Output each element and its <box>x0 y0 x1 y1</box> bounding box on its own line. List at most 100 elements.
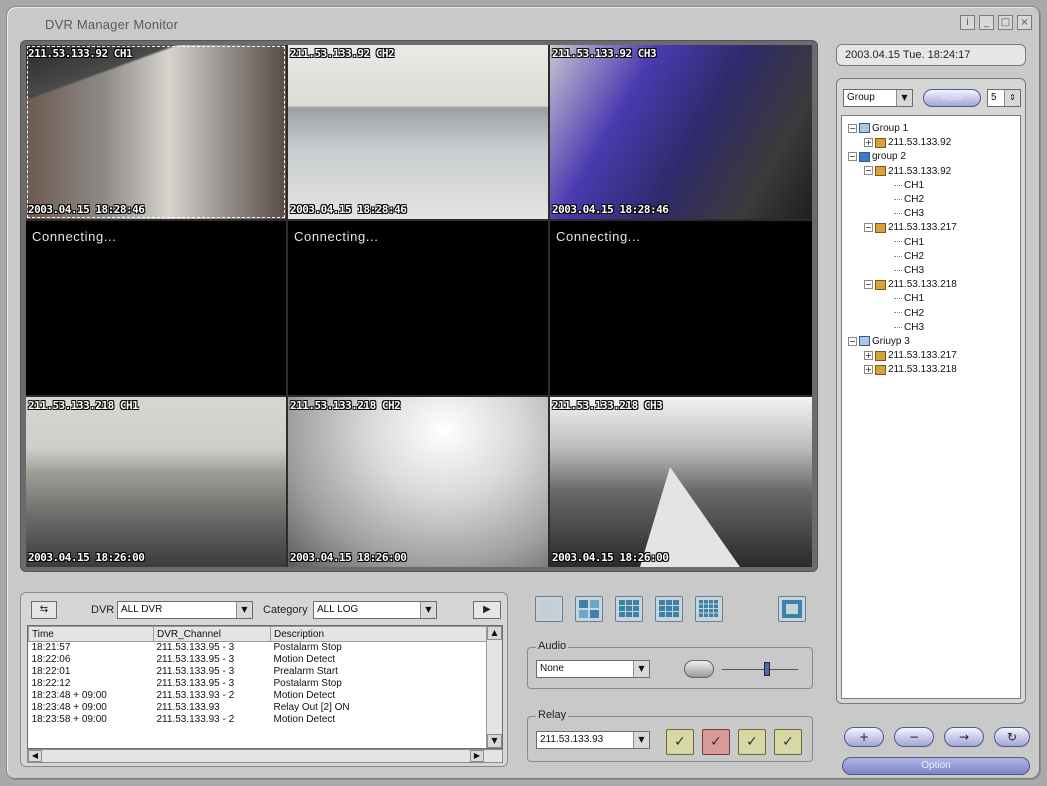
tree-mode-select[interactable]: Group ▼ <box>843 89 913 107</box>
cell-channel: 211.53.133.93 <box>156 702 220 713</box>
layout-1-button[interactable] <box>535 596 563 622</box>
collapse-icon[interactable]: − <box>864 280 873 290</box>
cell-channel: 211.53.133.93 - 2 <box>156 714 235 725</box>
table-row[interactable]: 18:23:48 + 09:00 211.53.133.93 - 2 Motion … <box>29 690 487 702</box>
camera-cell-1[interactable]: 211.53.133.92 CH1 2003.04.15 18:28:46 <box>26 45 286 219</box>
connect-button[interactable]: → <box>944 727 984 747</box>
log-horizontal-scrollbar[interactable]: ◀ ▶ <box>27 749 503 763</box>
tree-item-dvr[interactable]: +211.53.133.218 <box>864 363 957 377</box>
collapse-icon[interactable]: − <box>864 223 873 233</box>
camera-cell-2[interactable]: 211.53.133.92 CH2 2003.04.15 18:28:46 <box>288 45 548 219</box>
table-row[interactable]: 18:22:12 211.53.133.95 - 3 Postalarm Stop <box>29 678 487 690</box>
relay-select[interactable]: 211.53.133.93 ▼ <box>536 731 650 749</box>
tree-item-channel[interactable]: CH2 <box>894 193 924 207</box>
add-button[interactable]: + <box>844 727 884 747</box>
forward-arrow-icon[interactable]: ▶ <box>473 601 501 619</box>
scroll-right-icon[interactable]: ▶ <box>470 750 484 762</box>
camera-cell-5[interactable]: Connecting... <box>288 221 548 395</box>
audio-select[interactable]: None ▼ <box>536 660 650 678</box>
tree-item-channel[interactable]: CH3 <box>894 207 924 221</box>
volume-slider-thumb[interactable] <box>764 662 770 676</box>
tree-item-group[interactable]: − Group 1 <box>848 122 908 136</box>
scroll-up-icon[interactable]: ▲ <box>487 626 502 640</box>
column-header-description[interactable]: Description <box>270 626 487 642</box>
category-filter-select[interactable]: ALL LOG ▼ <box>313 601 437 619</box>
back-arrow-icon[interactable]: ⇆ <box>31 601 57 619</box>
tree-item-channel[interactable]: CH2 <box>894 307 924 321</box>
table-row[interactable]: 18:22:01 211.53.133.95 - 3 Prealarm Start <box>29 666 487 678</box>
tree-item-dvr[interactable]: +211.53.133.92 <box>864 136 951 150</box>
tree-item-group[interactable]: − group 2 <box>848 150 906 164</box>
connecting-text: Connecting... <box>32 229 117 244</box>
tree-item-dvr[interactable]: − 211.53.133.92 <box>864 165 951 179</box>
camera-cell-6[interactable]: Connecting... <box>550 221 812 395</box>
camera-cell-3[interactable]: 211.53.133.92 CH3 2003.04.15 18:28:46 <box>550 45 812 219</box>
column-header-time[interactable]: Time <box>28 626 154 642</box>
camera-cell-8[interactable]: 211.53.133.218 CH2 2003.04.15 18:26:00 <box>288 397 548 567</box>
tree-item-label: CH2 <box>904 307 925 319</box>
collapse-icon[interactable]: − <box>848 336 857 346</box>
tree-item-dvr[interactable]: − 211.53.133.217 <box>864 221 957 235</box>
collapse-icon[interactable]: − <box>848 123 857 133</box>
collapse-icon[interactable]: − <box>864 166 873 176</box>
interval-stepper[interactable]: 5 ⇕ <box>987 89 1021 107</box>
layout-16-button[interactable] <box>695 596 723 622</box>
relay-1-button[interactable]: ✓ <box>666 729 694 755</box>
layout-quad-icon <box>579 600 599 618</box>
layout-13-button[interactable] <box>655 596 683 622</box>
tree-item-channel[interactable]: CH2 <box>894 250 924 264</box>
expand-icon[interactable]: + <box>864 138 873 148</box>
speaker-icon[interactable] <box>684 660 714 678</box>
check-icon: ✓ <box>782 734 794 750</box>
relay-3-button[interactable]: ✓ <box>738 729 766 755</box>
table-row[interactable]: 18:22:06 211.53.133.95 - 3 Motion Detect <box>29 654 487 666</box>
dvr-filter-select[interactable]: ALL DVR ▼ <box>117 601 253 619</box>
camera-cell-7[interactable]: 211.53.133.218 CH1 2003.04.15 18:26:00 <box>26 397 286 567</box>
tree-item-channel[interactable]: CH3 <box>894 264 924 278</box>
scroll-down-icon[interactable]: ▼ <box>487 734 502 748</box>
option-button[interactable]: Option <box>842 757 1030 775</box>
title-bar: DVR Manager Monitor i _ □ × <box>17 13 1032 35</box>
collapse-icon[interactable]: − <box>848 152 857 162</box>
tree-connector <box>894 213 902 215</box>
tree-item-channel[interactable]: CH1 <box>894 292 924 306</box>
relay-2-button[interactable]: ✓ <box>702 729 730 755</box>
camera-label: 211.53.133.92 CH3 <box>552 47 657 60</box>
column-header-channel[interactable]: DVR_Channel <box>153 626 271 642</box>
relay-4-button[interactable]: ✓ <box>774 729 802 755</box>
layout-4-button[interactable] <box>575 596 603 622</box>
log-vertical-scrollbar[interactable]: ▲ ▼ <box>486 626 502 748</box>
info-button[interactable]: i <box>960 15 975 30</box>
tree-item-dvr[interactable]: − 211.53.133.218 <box>864 278 957 292</box>
spinner-icon[interactable]: ⇕ <box>1004 90 1020 106</box>
cell-time: 18:21:57 <box>31 642 71 654</box>
table-row[interactable]: 18:23:48 + 09:00 211.53.133.93 Relay Out [… <box>29 702 487 714</box>
expand-icon[interactable]: + <box>864 351 873 361</box>
tree-item-channel[interactable]: CH1 <box>894 179 924 193</box>
layout-single-icon <box>539 600 559 618</box>
close-button[interactable]: × <box>1017 15 1032 30</box>
tree-item-dvr[interactable]: +211.53.133.217 <box>864 349 957 363</box>
chevron-down-icon: ▼ <box>236 602 252 618</box>
table-row[interactable]: 18:23:58 + 09:00 211.53.133.93 - 2 Motion … <box>29 714 487 726</box>
audio-group: Audio None ▼ <box>527 640 813 689</box>
scroll-left-icon[interactable]: ◀ <box>28 750 42 762</box>
camera-timestamp: 2003.04.15 18:26:00 <box>28 551 145 564</box>
dvr-icon <box>875 279 886 290</box>
maximize-button[interactable]: □ <box>998 15 1013 30</box>
sequence-button[interactable] <box>778 596 806 622</box>
layout-9-button[interactable] <box>615 596 643 622</box>
remove-button[interactable]: − <box>894 727 934 747</box>
auto-button[interactable]: Auto <box>923 89 981 107</box>
table-row[interactable]: 18:21:57 211.53.133.95 - 3 Postalarm Stop <box>29 642 487 654</box>
volume-slider-track[interactable] <box>722 669 798 670</box>
refresh-button[interactable]: ↻ <box>994 727 1030 747</box>
tree-item-channel[interactable]: CH1 <box>894 236 924 250</box>
tree-item-group[interactable]: − Griuyp 3 <box>848 335 910 349</box>
camera-cell-4[interactable]: Connecting... <box>26 221 286 395</box>
relay-value: 211.53.133.93 <box>540 734 604 745</box>
expand-icon[interactable]: + <box>864 365 873 375</box>
camera-cell-9[interactable]: 211.53.133.218 CH3 2003.04.15 18:26:00 <box>550 397 812 567</box>
tree-item-channel[interactable]: CH3 <box>894 321 924 335</box>
minimize-button[interactable]: _ <box>979 15 994 30</box>
